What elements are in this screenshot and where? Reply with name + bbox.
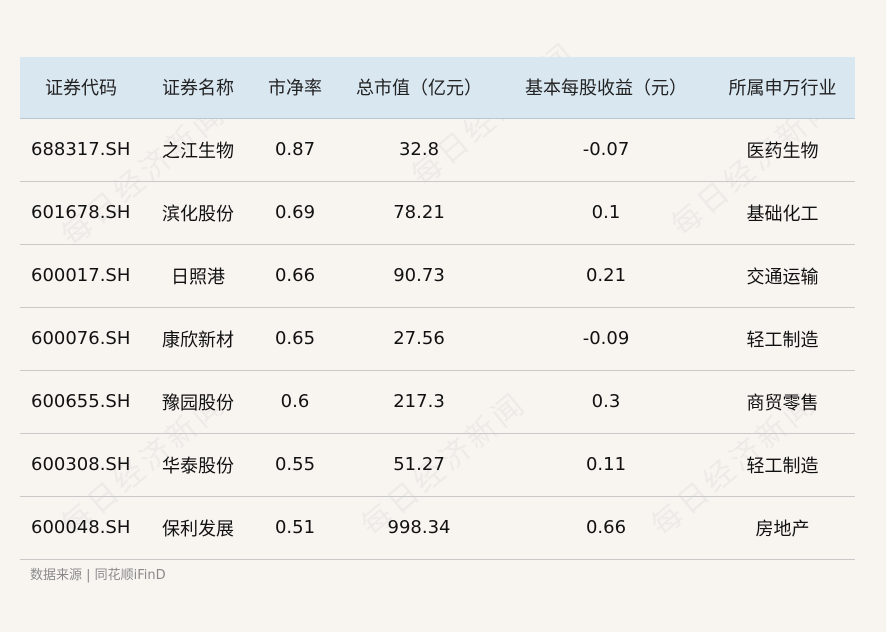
- cell-pb-ratio: 0.51: [274, 517, 316, 538]
- cell-eps: -0.09: [582, 328, 630, 349]
- cell-pb-ratio: 0.66: [274, 265, 316, 286]
- table-row: 600308.SH 华泰股份 0.55 51.27 0.11 轻工制造: [20, 433, 855, 496]
- cell-security-name: 保利发展: [162, 518, 234, 540]
- cell-pb-ratio: 0.87: [274, 139, 316, 160]
- header-security-code: 证券代码: [45, 78, 117, 100]
- cell-market-cap: 78.21: [393, 202, 445, 223]
- header-pb-ratio: 市净率: [268, 78, 322, 100]
- table-row: 600655.SH 豫园股份 0.6 217.3 0.3 商贸零售: [20, 370, 855, 433]
- cell-security-code: 688317.SH: [31, 139, 131, 160]
- cell-eps: 0.21: [585, 265, 627, 286]
- table-row: 600076.SH 康欣新材 0.65 27.56 -0.09 轻工制造: [20, 307, 855, 370]
- data-table-container: 证券代码 证券名称 市净率 总市值（亿元） 基本每股收益（元） 所属申万行业 6…: [20, 57, 855, 560]
- header-industry: 所属申万行业: [728, 78, 837, 100]
- cell-industry: 房地产: [755, 518, 810, 540]
- cell-industry: 商贸零售: [746, 392, 819, 414]
- cell-security-name: 华泰股份: [162, 455, 234, 477]
- table-row: 601678.SH 滨化股份 0.69 78.21 0.1 基础化工: [20, 181, 855, 244]
- header-eps: 基本每股收益（元）: [525, 78, 687, 100]
- table-row: 688317.SH 之江生物 0.87 32.8 -0.07 医药生物: [20, 118, 855, 181]
- cell-industry: 轻工制造: [746, 329, 819, 351]
- cell-market-cap: 217.3: [393, 391, 445, 412]
- cell-eps: 0.11: [585, 454, 627, 475]
- cell-industry: 基础化工: [746, 203, 819, 225]
- table-row: 600048.SH 保利发展 0.51 998.34 0.66 房地产: [20, 496, 855, 559]
- cell-market-cap: 32.8: [398, 139, 440, 160]
- header-market-cap: 总市值（亿元）: [356, 78, 482, 100]
- cell-eps: 0.1: [591, 202, 621, 223]
- cell-pb-ratio: 0.6: [280, 391, 310, 412]
- data-source-note: 数据来源 | 同花顺iFinD: [30, 568, 166, 583]
- cell-security-code: 601678.SH: [31, 202, 131, 223]
- cell-industry: 轻工制造: [746, 455, 819, 477]
- cell-pb-ratio: 0.55: [274, 454, 316, 475]
- cell-eps: 0.66: [585, 517, 627, 538]
- stock-table: 证券代码 证券名称 市净率 总市值（亿元） 基本每股收益（元） 所属申万行业 6…: [20, 57, 855, 560]
- table-header-row: 证券代码 证券名称 市净率 总市值（亿元） 基本每股收益（元） 所属申万行业: [20, 57, 855, 118]
- cell-security-code: 600017.SH: [31, 265, 131, 286]
- table-row: 600017.SH 日照港 0.66 90.73 0.21 交通运输: [20, 244, 855, 307]
- cell-eps: -0.07: [582, 139, 630, 160]
- header-security-name: 证券名称: [162, 78, 234, 100]
- cell-eps: 0.3: [591, 391, 621, 412]
- cell-pb-ratio: 0.65: [274, 328, 316, 349]
- cell-market-cap: 90.73: [393, 265, 445, 286]
- cell-industry: 交通运输: [746, 266, 819, 288]
- cell-market-cap: 51.27: [393, 454, 445, 475]
- cell-security-code: 600655.SH: [31, 391, 131, 412]
- cell-security-code: 600076.SH: [31, 328, 131, 349]
- cell-pb-ratio: 0.69: [274, 202, 316, 223]
- cell-security-code: 600308.SH: [31, 454, 131, 475]
- cell-security-name: 之江生物: [162, 140, 234, 162]
- cell-security-name: 日照港: [171, 266, 225, 288]
- cell-market-cap: 27.56: [393, 328, 445, 349]
- cell-industry: 医药生物: [746, 140, 819, 162]
- cell-security-code: 600048.SH: [31, 517, 131, 538]
- cell-market-cap: 998.34: [387, 517, 451, 538]
- cell-security-name: 康欣新材: [162, 329, 234, 351]
- cell-security-name: 豫园股份: [162, 392, 234, 414]
- cell-security-name: 滨化股份: [162, 203, 234, 225]
